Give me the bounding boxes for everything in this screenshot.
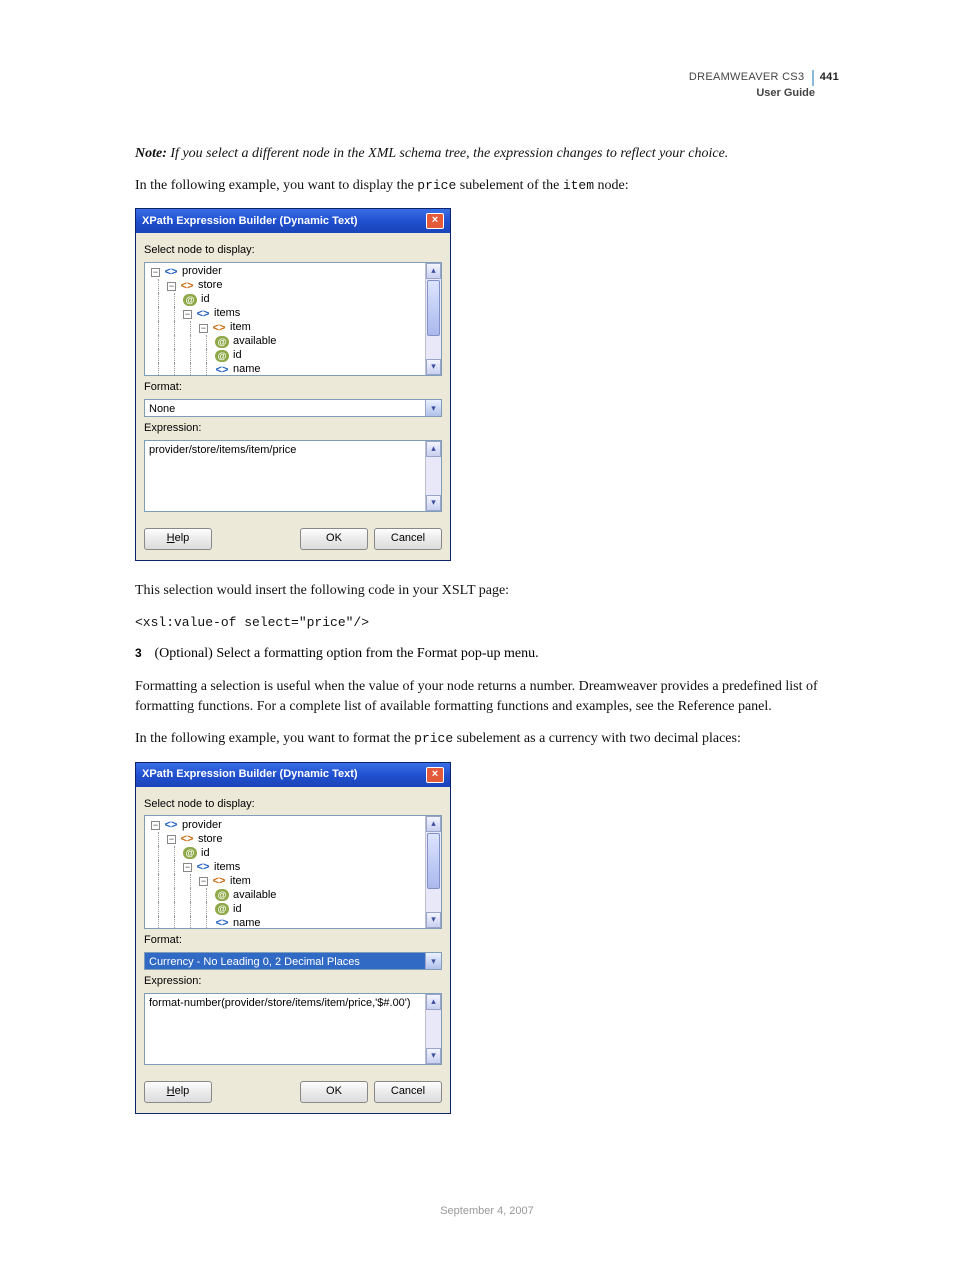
scroll-thumb[interactable] — [427, 280, 440, 336]
dialog-titlebar: XPath Expression Builder (Dynamic Text) … — [136, 763, 450, 787]
select-node-label: Select node to display: — [144, 797, 442, 813]
scroll-down-icon[interactable]: ▾ — [426, 912, 441, 928]
expander-icon[interactable]: − — [167, 835, 176, 844]
xml-tree[interactable]: −<>provider −<>store @id −<>items −<>ite… — [144, 262, 442, 376]
expander-icon[interactable]: − — [199, 877, 208, 886]
tree-scrollbar[interactable]: ▴ ▾ — [425, 816, 441, 928]
doc-subtitle: User Guide — [135, 86, 815, 102]
expander-icon[interactable]: − — [167, 282, 176, 291]
element-repeat-icon: <> — [212, 875, 226, 887]
expander-icon[interactable]: − — [183, 863, 192, 872]
xpath-dialog-1: XPath Expression Builder (Dynamic Text) … — [135, 208, 451, 561]
expression-label: Expression: — [144, 974, 442, 990]
scroll-down-icon[interactable]: ▾ — [426, 359, 441, 375]
cancel-button[interactable]: Cancel — [374, 528, 442, 550]
note-label: Note: — [135, 146, 167, 161]
formatting-paragraph: Formatting a selection is useful when th… — [135, 677, 839, 718]
textarea-scrollbar[interactable]: ▴ ▾ — [425, 441, 441, 511]
expander-icon[interactable]: − — [151, 821, 160, 830]
dialog-title: XPath Expression Builder (Dynamic Text) — [142, 767, 358, 783]
page-number: 441 — [812, 70, 839, 86]
result-paragraph: This selection would insert the followin… — [135, 581, 839, 601]
expression-label: Expression: — [144, 421, 442, 437]
xslt-code: <xsl:value-of select="price"/> — [135, 614, 839, 633]
code-item: item — [563, 178, 594, 193]
expression-value: format-number(provider/store/items/item/… — [145, 994, 425, 1064]
help-button[interactable]: Help — [144, 1081, 212, 1103]
format-value: None — [145, 400, 425, 416]
close-icon[interactable]: × — [426, 767, 444, 783]
format-dropdown[interactable]: None ▾ — [144, 399, 442, 417]
element-repeat-icon: <> — [180, 833, 194, 845]
xpath-dialog-2: XPath Expression Builder (Dynamic Text) … — [135, 762, 451, 1115]
attribute-icon: @ — [215, 889, 229, 901]
element-icon: <> — [196, 861, 210, 873]
element-icon: <> — [215, 364, 229, 375]
attribute-icon: @ — [183, 294, 197, 306]
chevron-down-icon[interactable]: ▾ — [425, 953, 441, 969]
step-text: (Optional) Select a formatting option fr… — [155, 646, 539, 661]
element-icon: <> — [215, 917, 229, 928]
scroll-up-icon[interactable]: ▴ — [426, 263, 441, 279]
page-footer-date: September 4, 2007 — [135, 1204, 839, 1220]
intro-paragraph-2: In the following example, you want to fo… — [135, 729, 839, 749]
scroll-thumb[interactable] — [427, 833, 440, 889]
scroll-up-icon[interactable]: ▴ — [426, 994, 441, 1010]
scroll-down-icon[interactable]: ▾ — [426, 495, 441, 511]
format-dropdown[interactable]: Currency - No Leading 0, 2 Decimal Place… — [144, 952, 442, 970]
step-number: 3 — [135, 645, 151, 662]
xml-tree[interactable]: −<>provider −<>store @id −<>items −<>ite… — [144, 815, 442, 929]
close-icon[interactable]: × — [426, 213, 444, 229]
attribute-icon: @ — [215, 903, 229, 915]
expression-textarea[interactable]: provider/store/items/item/price ▴ ▾ — [144, 440, 442, 512]
help-button[interactable]: Help — [144, 528, 212, 550]
select-node-label: Select node to display: — [144, 243, 442, 259]
element-icon: <> — [164, 819, 178, 831]
tree-scrollbar[interactable]: ▴ ▾ — [425, 263, 441, 375]
format-label: Format: — [144, 933, 442, 949]
expander-icon[interactable]: − — [151, 268, 160, 277]
step-3: 3 (Optional) Select a formatting option … — [135, 644, 839, 664]
attribute-icon: @ — [215, 336, 229, 348]
attribute-icon: @ — [215, 350, 229, 362]
ok-button[interactable]: OK — [300, 1081, 368, 1103]
code-price: price — [417, 178, 456, 193]
page-header: DREAMWEAVER CS3 441 User Guide — [135, 70, 839, 102]
dialog-title: XPath Expression Builder (Dynamic Text) — [142, 214, 358, 230]
chevron-down-icon[interactable]: ▾ — [425, 400, 441, 416]
expander-icon[interactable]: − — [183, 310, 192, 319]
expression-textarea[interactable]: format-number(provider/store/items/item/… — [144, 993, 442, 1065]
scroll-up-icon[interactable]: ▴ — [426, 441, 441, 457]
expression-value: provider/store/items/item/price — [145, 441, 425, 511]
format-value: Currency - No Leading 0, 2 Decimal Place… — [145, 953, 425, 969]
dialog-titlebar: XPath Expression Builder (Dynamic Text) … — [136, 209, 450, 233]
intro-paragraph-1: In the following example, you want to di… — [135, 176, 839, 196]
product-name: DREAMWEAVER CS3 — [689, 71, 805, 83]
textarea-scrollbar[interactable]: ▴ ▾ — [425, 994, 441, 1064]
element-icon: <> — [164, 266, 178, 278]
code-price-2: price — [414, 731, 453, 746]
ok-button[interactable]: OK — [300, 528, 368, 550]
cancel-button[interactable]: Cancel — [374, 1081, 442, 1103]
format-label: Format: — [144, 380, 442, 396]
element-repeat-icon: <> — [180, 280, 194, 292]
note-paragraph: Note: If you select a different node in … — [135, 144, 839, 164]
scroll-down-icon[interactable]: ▾ — [426, 1048, 441, 1064]
scroll-up-icon[interactable]: ▴ — [426, 816, 441, 832]
element-repeat-icon: <> — [212, 322, 226, 334]
attribute-icon: @ — [183, 847, 197, 859]
expander-icon[interactable]: − — [199, 324, 208, 333]
element-icon: <> — [196, 308, 210, 320]
